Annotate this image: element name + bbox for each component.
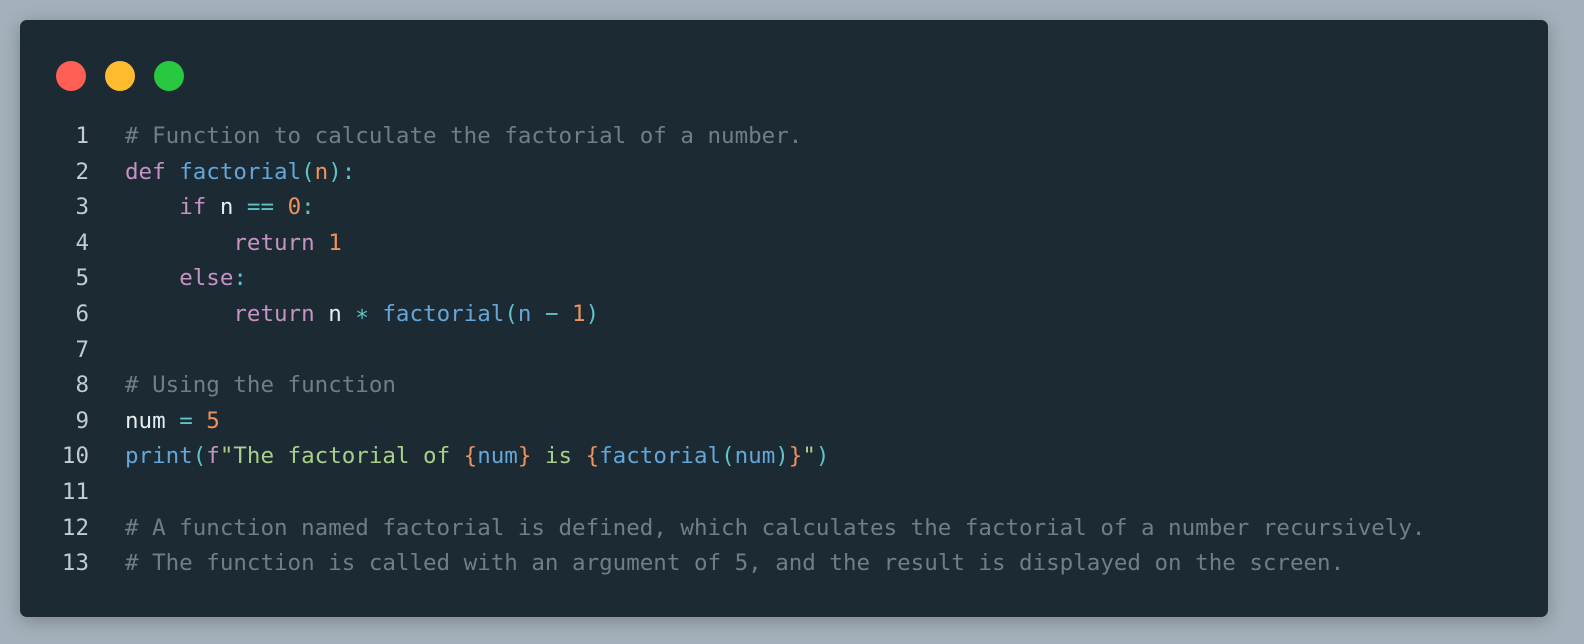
token-comment: # Function to calculate the factorial of… xyxy=(125,123,803,149)
token-function: num xyxy=(477,443,518,470)
token-comment: # The function is called with an argumen… xyxy=(125,550,1345,577)
token-variable xyxy=(274,194,288,220)
code-line: 1 # Function to calculate the factorial o… xyxy=(20,119,1548,155)
code-line: 10 print(f"The factorial of {num} is {fac… xyxy=(20,439,1548,475)
line-number: 3 xyxy=(75,194,89,221)
line-number: 6 xyxy=(75,300,89,327)
line-code: return 1 xyxy=(125,226,342,262)
close-button[interactable] xyxy=(56,61,86,91)
line-number: 12 xyxy=(61,514,89,541)
token-string: " xyxy=(802,443,816,470)
token-number: } xyxy=(788,443,803,470)
code-line: 4 return 1 xyxy=(20,226,1548,262)
minimize-button[interactable] xyxy=(105,61,135,91)
line-code: def factorial(n): xyxy=(125,155,355,191)
line-code: else: xyxy=(125,261,247,297)
code-line: 13 # The function is called with an argum… xyxy=(20,546,1548,582)
token-punct: ) xyxy=(585,300,600,327)
code-block: 1 # Function to calculate the factorial o… xyxy=(20,119,1548,582)
token-number: 1 xyxy=(328,229,342,256)
token-function: print xyxy=(125,443,193,470)
code-line: 3 if n == 0: xyxy=(20,190,1548,226)
line-number: 2 xyxy=(75,158,89,185)
token-keyword: if xyxy=(179,194,207,221)
token-operator: == xyxy=(246,194,275,221)
token-operator: = xyxy=(179,407,193,434)
token-variable: n xyxy=(314,300,356,327)
token-operator: − xyxy=(544,300,559,327)
line-code: if n == 0: xyxy=(125,190,315,226)
line-number: 1 xyxy=(75,123,89,149)
token-variable: num xyxy=(125,407,180,434)
token-variable xyxy=(125,230,233,256)
code-line: 8 # Using the function xyxy=(20,368,1548,404)
line-number: 7 xyxy=(75,336,89,363)
token-number: 5 xyxy=(206,407,220,434)
token-function: n xyxy=(517,300,532,327)
token-variable xyxy=(125,301,233,327)
token-keyword: return xyxy=(233,229,315,256)
token-comment: # A function named factorial is defined,… xyxy=(125,514,1426,541)
token-function: factorial xyxy=(179,158,302,185)
token-number: 0 xyxy=(287,194,302,221)
token-comment: # Using the function xyxy=(125,372,396,399)
line-number: 5 xyxy=(75,265,89,292)
line-number: 9 xyxy=(75,407,89,434)
token-string: "The factorial of xyxy=(219,443,464,470)
token-variable xyxy=(315,230,329,256)
line-code: # The function is called with an argumen… xyxy=(125,546,1344,582)
code-line: 2 def factorial(n): xyxy=(20,155,1548,191)
token-variable xyxy=(166,159,180,185)
line-code: return n ∗ factorial(n − 1) xyxy=(125,297,599,333)
token-variable xyxy=(125,265,179,291)
line-number: 11 xyxy=(61,478,89,505)
token-operator: ∗ xyxy=(355,300,369,327)
code-line: 11 xyxy=(20,475,1548,511)
line-code: # Function to calculate the factorial of… xyxy=(125,119,802,155)
token-number: n xyxy=(314,158,329,185)
token-punct: ): xyxy=(328,158,356,185)
token-keyword: def xyxy=(125,158,166,185)
token-string: is xyxy=(531,443,586,470)
token-punct: ( xyxy=(301,158,315,185)
line-code: print(f"The factorial of {num} is {facto… xyxy=(125,439,829,475)
code-line: 7 xyxy=(20,333,1548,369)
token-keyword: else xyxy=(179,265,234,292)
token-punct: ( xyxy=(504,300,518,327)
maximize-button[interactable] xyxy=(154,61,184,91)
line-code: num = 5 xyxy=(125,404,220,440)
token-variable xyxy=(193,408,207,434)
token-variable: n xyxy=(206,194,247,221)
line-number: 10 xyxy=(61,443,89,470)
token-number: 1 xyxy=(572,300,586,327)
code-line: 9 num = 5 xyxy=(20,404,1548,440)
token-variable xyxy=(369,301,383,327)
code-window: 1 # Function to calculate the factorial o… xyxy=(20,20,1548,617)
token-punct: ( xyxy=(721,443,735,470)
line-number: 13 xyxy=(61,550,89,577)
code-line: 12 # A function named factorial is define… xyxy=(20,511,1548,547)
code-line: 5 else: xyxy=(20,261,1548,297)
token-keyword: f xyxy=(206,443,220,470)
code-line: 6 return n ∗ factorial(n − 1) xyxy=(20,297,1548,333)
token-variable xyxy=(531,301,545,327)
token-number: } xyxy=(517,443,532,470)
line-code: # Using the function xyxy=(125,368,396,404)
token-function: num xyxy=(734,443,776,470)
token-function: factorial xyxy=(382,300,505,327)
line-code: # A function named factorial is defined,… xyxy=(125,511,1425,547)
token-punct: : xyxy=(301,194,315,221)
line-number: 4 xyxy=(75,229,89,256)
token-punct: ) xyxy=(815,443,830,470)
token-variable xyxy=(559,301,573,327)
line-number: 8 xyxy=(75,372,89,399)
token-punct: ) xyxy=(775,443,789,470)
token-number: { xyxy=(463,443,478,470)
token-number: { xyxy=(585,443,600,470)
token-variable xyxy=(125,194,179,220)
token-keyword: return xyxy=(233,300,315,327)
token-punct: ( xyxy=(192,443,207,470)
token-punct: : xyxy=(233,265,247,292)
token-function: factorial xyxy=(599,443,722,470)
